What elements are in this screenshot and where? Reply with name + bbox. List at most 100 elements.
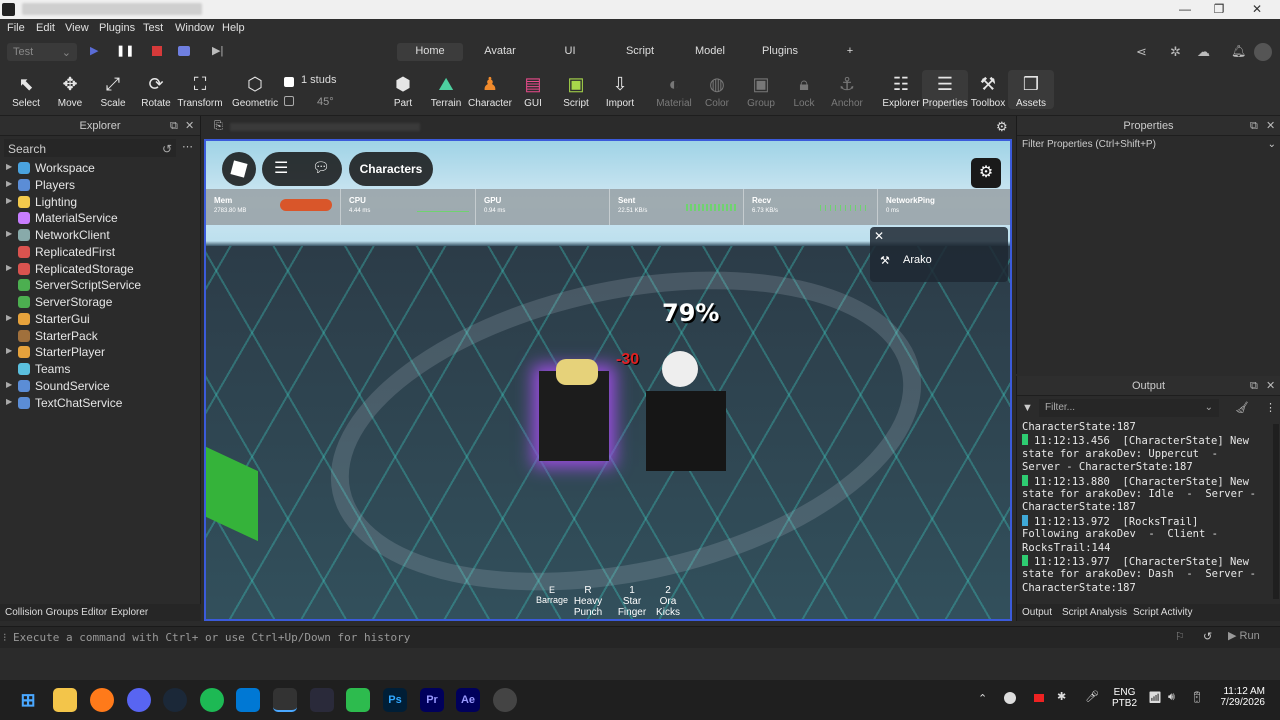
player-name[interactable]: Arako xyxy=(903,254,932,266)
expand-arrow-icon[interactable]: ▶ xyxy=(6,380,12,389)
chat-icon[interactable]: 💬︎ xyxy=(312,159,330,176)
run-button[interactable]: ▶ Run xyxy=(1228,629,1272,646)
wifi-icon[interactable]: 📶︎ xyxy=(1148,691,1162,704)
undock-icon[interactable]: ⧉ xyxy=(1250,380,1258,393)
expand-arrow-icon[interactable]: ▶ xyxy=(6,313,12,322)
firefox-icon[interactable] xyxy=(90,688,114,712)
skill-barrage[interactable]: E Barrage xyxy=(534,585,570,605)
assets-tool[interactable]: ❒ Assets xyxy=(1008,70,1054,109)
transform-tool[interactable]: ⛶ Transform xyxy=(177,74,223,109)
steam-icon[interactable] xyxy=(163,688,187,712)
studs-checkbox[interactable] xyxy=(284,77,294,87)
skill-ora-kicks[interactable]: 2 Ora Kicks xyxy=(650,585,686,618)
explorer-item[interactable]: StarterPack xyxy=(0,328,201,345)
app-2-icon[interactable] xyxy=(493,688,517,712)
anchor-tool[interactable]: ⚓︎ Anchor xyxy=(824,74,870,109)
scale-tool[interactable]: ⤢ Scale xyxy=(90,74,136,109)
tab-add[interactable]: + xyxy=(840,43,860,61)
explorer-item[interactable]: ▶ Lighting xyxy=(0,194,201,211)
explorer-item[interactable]: ▶ StarterPlayer xyxy=(0,344,201,361)
game-viewport[interactable]: ☰ 💬︎ Characters ⚙ Mem 2783.80 MB CPU 4.44 … xyxy=(204,139,1012,621)
minimize-icon[interactable]: — xyxy=(1170,1,1200,18)
expand-arrow-icon[interactable]: ▶ xyxy=(6,179,12,188)
undock-icon[interactable]: ⧉ xyxy=(1250,120,1258,133)
maximize-icon[interactable]: ❐ xyxy=(1204,1,1234,18)
more-icon[interactable]: ⋮ xyxy=(1265,401,1276,414)
more-icon[interactable]: ⋯ xyxy=(182,140,193,153)
spotify-icon[interactable] xyxy=(200,688,224,712)
tray-record-icon[interactable] xyxy=(1034,694,1044,702)
undock-icon[interactable]: ⧉ xyxy=(170,120,178,133)
tab-explorer[interactable]: Explorer xyxy=(111,607,148,618)
tab-ui[interactable]: UI xyxy=(550,43,590,61)
part-tool[interactable]: ⬢ Part xyxy=(380,74,426,109)
close-window-icon[interactable]: ✕ xyxy=(1242,1,1272,18)
tab-output[interactable]: Output xyxy=(1022,607,1052,618)
angle-value[interactable]: 45° xyxy=(317,96,334,108)
tab-model[interactable]: Model xyxy=(688,43,732,61)
tab-script-activity[interactable]: Script Activity xyxy=(1133,607,1192,618)
select-tool[interactable]: ⬉ Select xyxy=(3,74,49,109)
explorer-item[interactable]: ServerScriptService xyxy=(0,277,201,294)
language-indicator[interactable]: ENG PTB2 xyxy=(1112,687,1137,709)
explorer-search[interactable]: Search ↺ xyxy=(4,139,176,157)
expand-arrow-icon[interactable]: ▶ xyxy=(6,346,12,355)
notification-icon[interactable]: 🔔︎ xyxy=(1231,44,1246,58)
studs-value[interactable]: 1 studs xyxy=(301,74,336,86)
after-effects-icon[interactable]: Ae xyxy=(456,688,480,712)
client-server-icon[interactable] xyxy=(178,46,190,56)
output-filter[interactable]: Filter... ⌄ xyxy=(1039,399,1219,417)
expand-arrow-icon[interactable]: ▶ xyxy=(6,397,12,406)
command-input[interactable]: Execute a command with Ctrl+ or use Ctrl… xyxy=(13,631,410,644)
microphone-icon[interactable]: 🎤︎ xyxy=(1085,690,1099,703)
close-icon[interactable]: ✕ xyxy=(1266,119,1275,132)
discord-icon[interactable] xyxy=(127,688,151,712)
collaborate-icon[interactable]: ✲ xyxy=(1170,44,1181,60)
terrain-tool[interactable]: ⛰ Terrain xyxy=(423,74,469,109)
menu-view[interactable]: View xyxy=(65,22,89,34)
explorer-item[interactable]: ReplicatedFirst xyxy=(0,244,201,261)
group-tool[interactable]: ▣ Group xyxy=(738,74,784,109)
characters-button[interactable]: Characters xyxy=(349,152,433,186)
tab-home[interactable]: Home xyxy=(397,43,463,61)
explorer-item[interactable]: MaterialService xyxy=(0,210,201,227)
share-icon[interactable]: ⋖ xyxy=(1136,44,1147,60)
photoshop-icon[interactable]: Ps xyxy=(383,688,407,712)
expand-arrow-icon[interactable]: ▶ xyxy=(6,162,12,171)
rotate-tool[interactable]: ⟳ Rotate xyxy=(133,74,179,109)
battery-icon[interactable]: 🔋︎ xyxy=(1190,691,1204,704)
explorer-item[interactable]: ▶ Players xyxy=(0,177,201,194)
cloud-icon[interactable]: ☁ xyxy=(1197,44,1210,60)
explorer-item[interactable]: ▶ ReplicatedStorage xyxy=(0,261,201,278)
clock[interactable]: 11:12 AM 7/29/2026 xyxy=(1220,686,1266,708)
clear-output-icon[interactable]: 🧹︎ xyxy=(1235,401,1249,414)
pause-icon[interactable]: ❚❚ xyxy=(116,44,134,57)
skill-heavy-punch[interactable]: R Heavy Punch xyxy=(570,585,606,618)
play-icon[interactable]: ▶ xyxy=(90,44,98,57)
tab-script[interactable]: Script xyxy=(615,43,665,61)
filter-icon[interactable]: ▼ xyxy=(1022,402,1033,414)
roblox-menu-button[interactable] xyxy=(222,152,256,186)
geometric-tool[interactable]: ⬡ Geometric xyxy=(232,74,278,109)
tab-collision-groups[interactable]: Collision Groups Editor xyxy=(5,607,107,618)
stop-icon[interactable] xyxy=(152,46,162,56)
mode-dropdown[interactable]: Test ⌄ xyxy=(7,43,77,61)
close-icon[interactable]: ✕ xyxy=(1266,379,1275,392)
tray-icon[interactable] xyxy=(1004,692,1016,704)
character-tool[interactable]: ♟ Character xyxy=(467,74,513,109)
tab-plugins[interactable]: Plugins xyxy=(755,43,805,61)
bookmark-icon[interactable]: ⚐ xyxy=(1175,630,1185,643)
gui-tool[interactable]: ▤ GUI xyxy=(510,74,556,109)
expand-arrow-icon[interactable]: ▶ xyxy=(6,229,12,238)
explorer-item[interactable]: ServerStorage xyxy=(0,294,201,311)
menu-test[interactable]: Test xyxy=(143,22,163,34)
notepad-plus-icon[interactable] xyxy=(346,688,370,712)
menu-help[interactable]: Help xyxy=(222,22,245,34)
rotation-checkbox[interactable] xyxy=(284,96,294,106)
history-icon[interactable]: ↺ xyxy=(162,142,172,156)
explorer-item[interactable]: ▶ SoundService xyxy=(0,378,201,395)
output-scrollbar[interactable] xyxy=(1273,424,1279,599)
explorer-item[interactable]: ▶ TextChatService xyxy=(0,395,201,412)
premiere-icon[interactable]: Pr xyxy=(420,688,444,712)
move-tool[interactable]: ✥ Move xyxy=(47,74,93,109)
